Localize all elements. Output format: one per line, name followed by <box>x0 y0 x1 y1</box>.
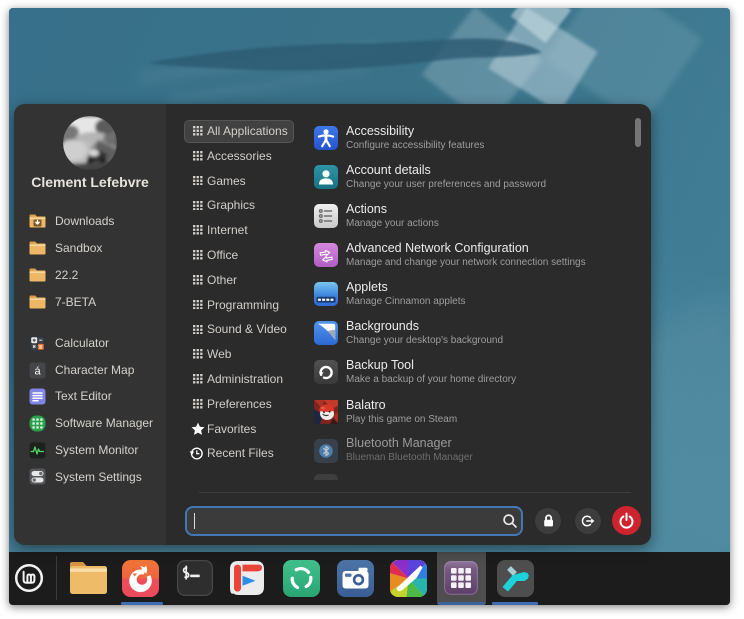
svg-text:á: á <box>34 365 41 377</box>
